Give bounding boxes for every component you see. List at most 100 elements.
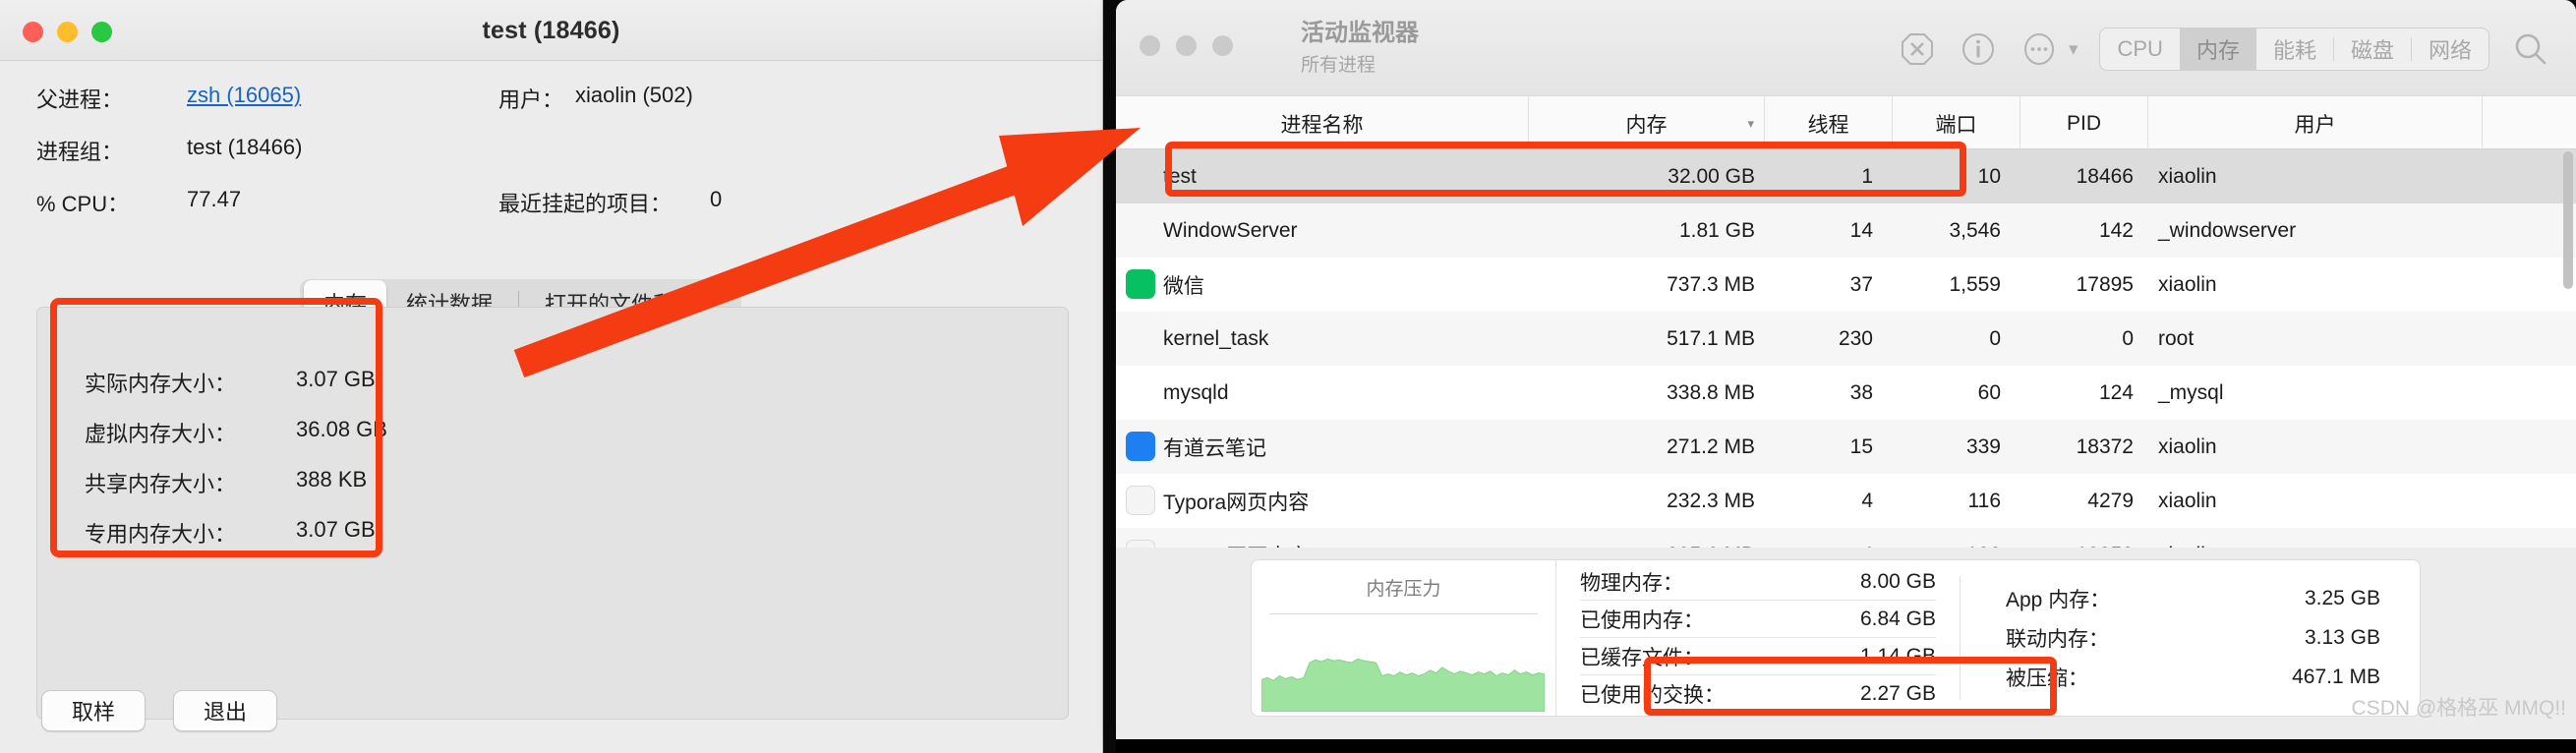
memory-pressure-title: 内存压力 xyxy=(1366,579,1441,600)
used-memory-label: 已使用内存： xyxy=(1580,608,1704,632)
minimize-button[interactable] xyxy=(1176,35,1197,56)
user-value: xiaolin (502) xyxy=(575,83,693,107)
cell-memory: 517.1 MB xyxy=(1667,326,1755,350)
tab-memory[interactable]: 内存 xyxy=(2179,29,2256,70)
close-button[interactable] xyxy=(1140,35,1160,56)
tab-network[interactable]: 网络 xyxy=(2412,29,2488,70)
physical-memory-value: 8.00 GB xyxy=(1859,569,1936,593)
memory-pressure-graph: 内存压力 xyxy=(1252,560,1556,716)
cell-pid: 0 xyxy=(2122,326,2134,350)
scrollbar-thumb[interactable] xyxy=(2563,151,2573,289)
process-info-grid: 父进程： zsh (16065) 用户： xiaolin (502) 进程组： … xyxy=(36,83,1020,239)
virtual-memory-size-value: 36.08 GB xyxy=(296,417,387,441)
cell-ports: 339 xyxy=(1965,434,2001,458)
table-row[interactable]: Typora网页内容 232.3 MB 4 116 4279 xiaolin xyxy=(1116,474,2576,528)
compressed-memory-value: 467.1 MB xyxy=(2292,666,2380,688)
activity-monitor-window: 活动监视器 所有进程 ▾ CPU 内存 能耗 磁盘 网络 进程名称 内存 ▾ 线… xyxy=(1116,0,2576,739)
youdao-note-app-icon xyxy=(1126,432,1155,461)
compressed-memory-label: 被压缩： xyxy=(2006,667,2088,690)
info-row-cpu: % CPU： 77.47 最近挂起的项目： 0 xyxy=(36,187,1020,239)
inspect-process-icon[interactable] xyxy=(1959,29,1998,69)
swap-used-row: 已使用的交换： 2.27 GB xyxy=(1580,675,1936,713)
cell-process-name: mysqld xyxy=(1163,380,1229,404)
column-header-user[interactable]: 用户 xyxy=(2148,96,2483,150)
physical-memory-label: 物理内存： xyxy=(1580,571,1683,595)
cell-threads: 1 xyxy=(1861,164,1873,188)
cell-process-name: Typora网页内容 xyxy=(1163,491,1310,514)
process-info-titlebar: test (18466) xyxy=(0,0,1102,61)
user-label: 用户： xyxy=(498,87,564,112)
swap-used-label: 已使用的交换： xyxy=(1580,684,1725,707)
table-row[interactable]: 有道云笔记 271.2 MB 15 339 18372 xiaolin xyxy=(1116,420,2576,474)
cell-pid: 18372 xyxy=(2076,434,2134,458)
activity-monitor-toolbar[interactable]: ▾ CPU 内存 能耗 磁盘 网络 xyxy=(1898,28,2550,71)
cell-memory: 338.8 MB xyxy=(1667,380,1755,404)
app-subtitle: 所有进程 xyxy=(1301,54,1376,76)
tab-cpu[interactable]: CPU xyxy=(2100,29,2179,70)
cpu-percent-label: % CPU： xyxy=(36,192,130,216)
stop-process-icon[interactable] xyxy=(1898,29,1937,69)
private-memory-size-value: 3.07 GB xyxy=(296,517,376,542)
process-table-header[interactable]: 进程名称 内存 ▾ 线程 端口 PID 用户 xyxy=(1116,95,2576,150)
cell-user: _windowserver xyxy=(2158,218,2297,242)
search-icon[interactable] xyxy=(2511,29,2550,69)
table-row[interactable]: kernel_task 517.1 MB 230 0 0 root xyxy=(1116,312,2576,366)
wired-memory-row: 联动内存： 3.13 GB xyxy=(2006,618,2380,658)
cell-threads: 14 xyxy=(1849,218,1873,242)
process-info-buttons[interactable]: 取样 退出 xyxy=(41,690,277,731)
memory-pressure-area-chart xyxy=(1261,658,1545,712)
info-row-parent: 父进程： zsh (16065) 用户： xiaolin (502) xyxy=(36,83,1020,135)
table-row[interactable]: WindowServer 1.81 GB 14 3,546 142 _windo… xyxy=(1116,203,2576,258)
cell-ports: 3,546 xyxy=(1949,218,2001,242)
column-header-process-name[interactable]: 进程名称 xyxy=(1116,96,1529,150)
window-controls[interactable] xyxy=(1140,35,1233,56)
cpu-percent-value: 77.47 xyxy=(187,187,242,211)
cached-files-value: 1.14 GB xyxy=(1859,644,1936,667)
column-header-memory[interactable]: 内存 ▾ xyxy=(1529,96,1765,150)
more-options-icon[interactable] xyxy=(2020,29,2059,69)
cached-files-label: 已缓存文件： xyxy=(1580,646,1704,669)
column-header-threads[interactable]: 线程 xyxy=(1765,96,1893,150)
real-memory-size-value: 3.07 GB xyxy=(296,367,376,391)
app-memory-value: 3.25 GB xyxy=(2304,587,2380,609)
cell-user: xiaolin xyxy=(2158,164,2217,188)
memory-stats-divider xyxy=(1960,576,1961,700)
cell-threads: 230 xyxy=(1838,326,1873,350)
tab-disk[interactable]: 磁盘 xyxy=(2334,29,2411,70)
table-scrollbar[interactable] xyxy=(2563,151,2573,545)
cell-threads: 4 xyxy=(1861,489,1873,512)
memory-stats-column: 物理内存： 8.00 GB 已使用内存： 6.84 GB 已缓存文件： 1.14… xyxy=(1556,560,1960,716)
cell-pid: 17895 xyxy=(2076,272,2134,296)
quit-button[interactable]: 退出 xyxy=(173,690,277,731)
wired-memory-label: 联动内存： xyxy=(2006,628,2109,651)
table-row[interactable]: mysqld 338.8 MB 38 60 124 _mysql xyxy=(1116,366,2576,420)
app-memory-label: App 内存： xyxy=(2006,589,2111,611)
cell-ports: 116 xyxy=(1967,489,2001,512)
cell-process-name: WindowServer xyxy=(1163,218,1298,242)
cell-ports: 1,559 xyxy=(1949,272,2001,296)
cell-process-name: kernel_task xyxy=(1163,326,1269,350)
cell-ports: 60 xyxy=(1977,380,2001,404)
column-header-pid[interactable]: PID xyxy=(2020,96,2148,150)
sample-button[interactable]: 取样 xyxy=(41,690,146,731)
cell-ports: 10 xyxy=(1977,164,2001,188)
table-row[interactable]: test 32.00 GB 1 10 18466 xiaolin xyxy=(1116,149,2576,203)
memory-summary-footer: 内存压力 物理内存： 8.00 GB 已使用内存： 6.84 GB 已缓存文件：… xyxy=(1116,548,2576,739)
zoom-button[interactable] xyxy=(1212,35,1233,56)
view-segmented-control[interactable]: CPU 内存 能耗 磁盘 网络 xyxy=(2099,28,2489,71)
cell-process-name: 有道云笔记 xyxy=(1163,436,1266,460)
process-info-window: test (18466) 父进程： zsh (16065) 用户： xiaoli… xyxy=(0,0,1103,753)
tab-energy[interactable]: 能耗 xyxy=(2256,29,2333,70)
suspended-items-label: 最近挂起的项目： xyxy=(498,192,673,216)
chevron-down-icon[interactable]: ▾ xyxy=(2069,38,2078,61)
table-row[interactable]: 微信 737.3 MB 37 1,559 17895 xiaolin xyxy=(1116,258,2576,312)
cell-user: xiaolin xyxy=(2158,434,2217,458)
process-table: 进程名称 内存 ▾ 线程 端口 PID 用户 test 32.00 GB 1 1… xyxy=(1116,95,2576,555)
sort-caret-icon: ▾ xyxy=(1747,115,1754,131)
column-header-ports[interactable]: 端口 xyxy=(1893,96,2020,150)
cell-pid: 4279 xyxy=(2087,489,2134,512)
cell-pid: 124 xyxy=(2098,380,2134,404)
parent-process-link[interactable]: zsh (16065) xyxy=(187,83,301,108)
compressed-memory-row: 被压缩： 467.1 MB xyxy=(2006,658,2380,697)
cell-process-name: 微信 xyxy=(1163,274,1204,298)
